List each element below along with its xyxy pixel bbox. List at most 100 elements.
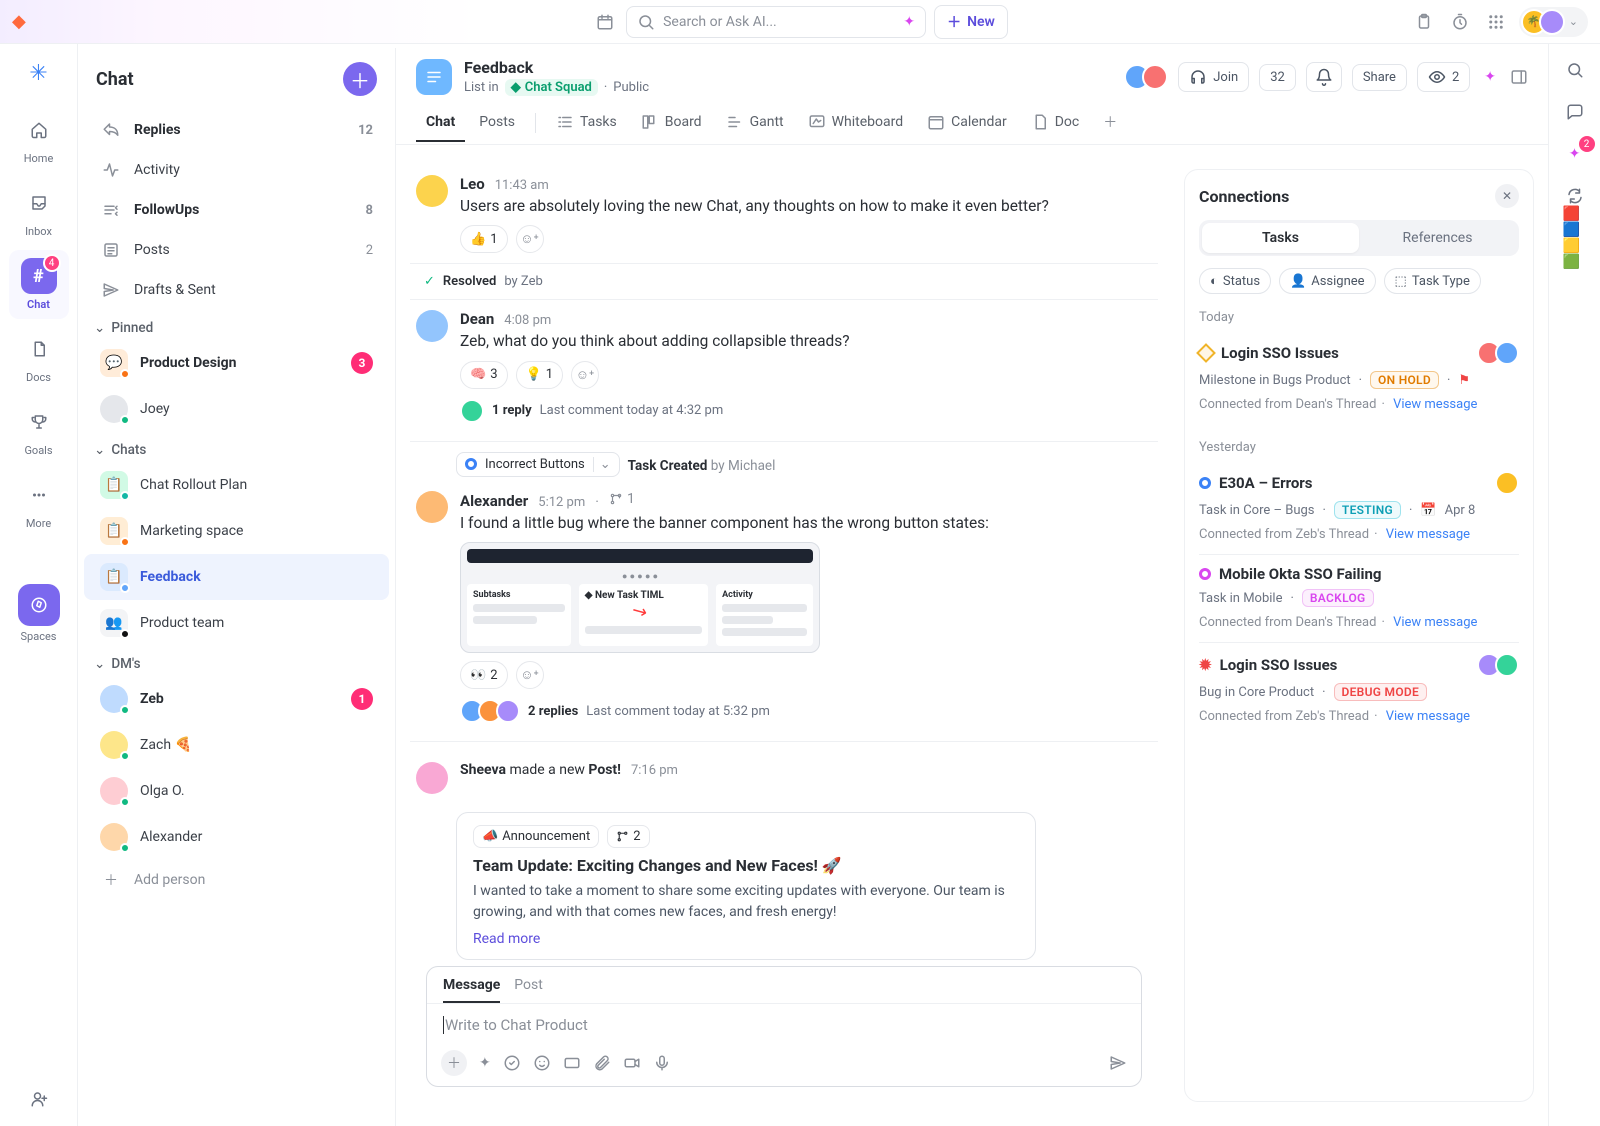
emoji-icon[interactable] [533,1054,551,1072]
reaction[interactable]: 🧠 3 [460,361,508,389]
apps-grid-icon[interactable] [1483,9,1509,35]
ai-assist-icon[interactable]: ✦2 [1563,142,1587,166]
chat-item-rollout[interactable]: 📋 Chat Rollout Plan [84,462,389,508]
thread-link[interactable]: 1 reply Last comment today at 4:32 pm [460,399,1152,423]
clipboard-icon[interactable] [1411,9,1437,35]
sidebar-followups[interactable]: FollowUps 8 [84,190,389,230]
filter-assignee[interactable]: 👤Assignee [1279,268,1376,294]
view-message-link[interactable]: View message [1386,709,1470,724]
tab-whiteboard[interactable]: Whiteboard [798,103,914,143]
search-icon[interactable] [1563,58,1587,82]
nav-inbox[interactable]: Inbox [9,177,69,246]
nav-more[interactable]: More [9,469,69,538]
dm-item-zach[interactable]: Zach 🍕 [84,722,389,768]
tab-gantt[interactable]: Gantt [716,103,794,143]
connection-item[interactable]: Login SSO Issues Milestone in Bugs Produ… [1199,331,1519,424]
sync-icon[interactable] [1563,184,1587,208]
filter-type[interactable]: ⬚Task Type [1384,268,1481,294]
composer-input[interactable]: Write to Chat Product [427,1004,1141,1046]
add-reaction[interactable]: ☺⁺ [571,361,599,389]
comment-icon[interactable] [1563,100,1587,124]
tab-calendar[interactable]: Calendar [917,103,1017,143]
new-button[interactable]: ＋ New [934,5,1008,39]
task-pill[interactable]: Incorrect Buttons ⌄ [456,452,620,477]
mic-icon[interactable] [653,1054,671,1072]
nav-docs[interactable]: Docs [9,323,69,392]
composer-tab-message[interactable]: Message [443,977,500,1003]
attached-image[interactable]: ● ● ● ● ● Subtasks ◆ New Task TIML ↘ [460,542,820,653]
close-button[interactable]: ✕ [1495,184,1519,208]
workspace-switcher[interactable]: ✳ [20,54,58,92]
sidebar-activity[interactable]: Activity [84,150,389,190]
connection-item[interactable]: E30A – Errors Task in Core – Bugs· TESTI… [1199,461,1519,554]
nav-invite[interactable] [9,1082,69,1116]
pinned-section[interactable]: ⌄ Pinned [78,310,395,340]
add-view-button[interactable]: ＋ [1093,102,1127,144]
chat-item-marketing[interactable]: 📋 Marketing space [84,508,389,554]
dm-item-olga[interactable]: Olga O. [84,768,389,814]
member-count[interactable]: 32 [1259,64,1296,91]
notifications-button[interactable] [1306,62,1342,92]
thread-link[interactable]: 2 replies Last comment today at 5:32 pm [460,699,1152,723]
sidebar-drafts[interactable]: Drafts & Sent [84,270,389,310]
pinned-item-product-design[interactable]: 💬 Product Design 3 [84,340,389,386]
dms-section[interactable]: ⌄ DM's [78,646,395,676]
channel-members[interactable] [1124,64,1168,90]
tab-board[interactable]: Board [631,103,712,143]
gif-icon[interactable] [563,1054,581,1072]
tab-chat[interactable]: Chat [416,104,465,142]
add-reaction[interactable]: ☺⁺ [516,225,544,253]
reaction[interactable]: 💡 1 [516,361,564,389]
add-person-button[interactable]: ＋ Add person [84,860,389,900]
nav-chat[interactable]: # 4 Chat [9,250,69,319]
reaction[interactable]: 👀 2 [460,661,508,689]
global-search[interactable]: Search or Ask AI... ✦ [626,6,926,38]
task-icon[interactable] [503,1054,521,1072]
connection-item[interactable]: Mobile Okta SSO Failing Task in Mobile· … [1199,554,1519,642]
new-chat-button[interactable]: ＋ [343,62,377,96]
connection-item[interactable]: ✹ Login SSO Issues Bug in Core Product· … [1199,642,1519,736]
user-avatars[interactable]: 🌴 ⌄ [1519,7,1588,37]
ai-icon[interactable]: ✦ [1480,69,1500,85]
chevron-down-icon[interactable]: ⌄ [593,457,611,472]
composer-tab-post[interactable]: Post [514,977,543,1003]
pinned-item-joey[interactable]: Joey [84,386,389,432]
ai-icon[interactable]: ✦ [479,1055,491,1071]
tab-posts[interactable]: Posts [469,104,525,142]
attachment-icon[interactable] [593,1054,611,1072]
send-button[interactable] [1109,1054,1127,1072]
squad-pill[interactable]: ◆ Chat Squad [505,79,598,96]
attach-plus-button[interactable]: ＋ [441,1050,467,1076]
dm-item-alexander[interactable]: Alexander [84,814,389,860]
reaction[interactable]: 👍 1 [460,225,508,253]
chats-section[interactable]: ⌄ Chats [78,432,395,462]
timer-icon[interactable] [1447,9,1473,35]
sidebar-posts[interactable]: Posts 2 [84,230,389,270]
chat-item-product-team[interactable]: 👥 Product team [84,600,389,646]
share-button[interactable]: Share [1352,64,1407,91]
read-more-link[interactable]: Read more [473,931,540,947]
panel-toggle-icon[interactable] [1510,68,1528,86]
view-message-link[interactable]: View message [1393,397,1477,412]
tab-doc[interactable]: Doc [1021,103,1090,143]
view-message-link[interactable]: View message [1386,527,1470,542]
nav-goals[interactable]: Goals [9,396,69,465]
filter-status[interactable]: ◐Status [1199,268,1271,294]
conn-tab-tasks[interactable]: Tasks [1202,223,1359,253]
sidebar-replies[interactable]: Replies 12 [84,110,389,150]
watchers-button[interactable]: 2 [1417,62,1470,92]
calendar-icon[interactable] [592,9,618,35]
conn-tab-references[interactable]: References [1359,223,1516,253]
chat-item-feedback[interactable]: 📋 Feedback [84,554,389,600]
video-icon[interactable] [623,1054,641,1072]
dm-item-zeb[interactable]: Zeb 1 [84,676,389,722]
bell-icon [1315,68,1333,86]
post-card[interactable]: 📣Announcement 2 Team Update: Exciting Ch… [456,812,1036,960]
tab-tasks[interactable]: Tasks [546,103,627,143]
nav-home[interactable]: Home [9,104,69,173]
nav-spaces[interactable]: Spaces [9,556,69,651]
apps-icon[interactable]: 🟥🟦🟨🟩 [1563,226,1587,250]
join-button[interactable]: Join [1178,62,1249,92]
add-reaction[interactable]: ☺⁺ [516,661,544,689]
view-message-link[interactable]: View message [1393,615,1477,630]
